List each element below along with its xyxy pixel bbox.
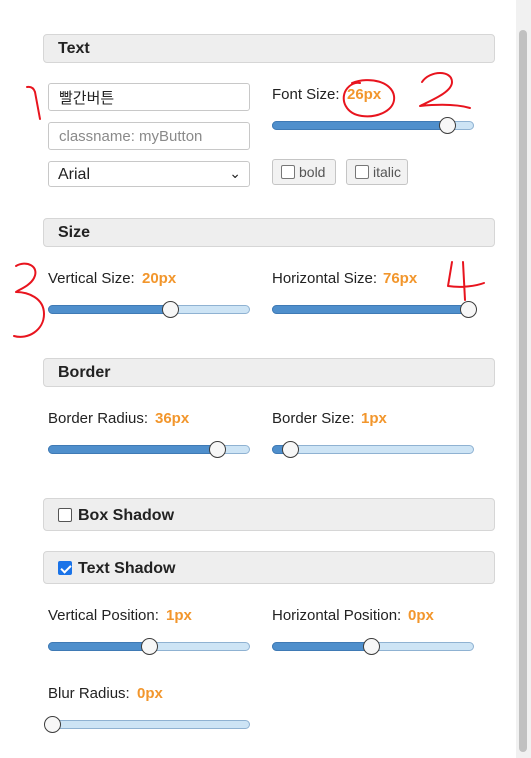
blur-radius-slider[interactable] <box>44 716 250 733</box>
border-size-slider[interactable] <box>272 441 474 458</box>
horizontal-size-value: 76px <box>383 270 418 287</box>
bold-toggle[interactable]: bold <box>272 159 336 185</box>
blur-radius-value: 0px <box>137 685 163 702</box>
slider-thumb[interactable] <box>363 638 380 655</box>
border-radius-value: 36px <box>155 410 190 427</box>
slider-fill <box>272 305 468 314</box>
chevron-down-icon: ⌄ <box>229 165 241 181</box>
annotation-2 <box>419 72 471 109</box>
horizontal-position-slider[interactable] <box>272 638 474 655</box>
classname-input[interactable] <box>48 122 250 150</box>
box-shadow-title: Box Shadow <box>78 507 175 524</box>
vertical-position-value: 1px <box>166 607 192 624</box>
border-radius-slider[interactable] <box>48 441 250 458</box>
italic-checkbox[interactable] <box>355 165 369 179</box>
slider-thumb[interactable] <box>141 638 158 655</box>
vertical-size-value: 20px <box>142 270 177 287</box>
button-text-input[interactable] <box>48 83 250 111</box>
annotation-3 <box>13 262 45 338</box>
horizontal-position-value: 0px <box>408 607 434 624</box>
vertical-size-slider[interactable] <box>48 301 250 318</box>
box-shadow-section-header[interactable]: Box Shadow <box>43 498 495 531</box>
slider-fill <box>272 642 371 651</box>
text-shadow-title: Text Shadow <box>78 560 176 577</box>
horizontal-position-label: Horizontal Position: <box>272 607 402 624</box>
text-shadow-section-header[interactable]: Text Shadow <box>43 551 495 584</box>
font-size-value: 26px <box>347 86 382 103</box>
italic-label: italic <box>373 164 402 180</box>
size-section-title: Size <box>58 224 91 241</box>
annotation-4 <box>447 261 485 301</box>
vertical-position-label: Vertical Position: <box>48 607 159 624</box>
slider-thumb[interactable] <box>209 441 226 458</box>
font-size-label: Font Size: <box>272 86 340 103</box>
bold-checkbox[interactable] <box>281 165 295 179</box>
slider-fill <box>272 121 447 130</box>
blur-radius-label: Blur Radius: <box>48 685 130 702</box>
annotation-1 <box>26 85 41 120</box>
size-section-header: Size <box>43 218 495 247</box>
text-section-header: Text <box>43 34 495 63</box>
slider-thumb[interactable] <box>282 441 299 458</box>
font-size-slider[interactable] <box>272 117 474 134</box>
border-section-header: Border <box>43 358 495 387</box>
scrollbar-thumb[interactable] <box>519 30 527 752</box>
bold-label: bold <box>299 164 326 180</box>
box-shadow-checkbox[interactable] <box>58 508 72 522</box>
vertical-position-slider[interactable] <box>48 638 250 655</box>
slider-thumb[interactable] <box>44 716 61 733</box>
slider-track <box>48 720 250 729</box>
slider-fill <box>48 445 217 454</box>
border-section-title: Border <box>58 364 111 381</box>
vertical-size-label: Vertical Size: <box>48 270 135 287</box>
slider-thumb[interactable] <box>162 301 179 318</box>
text-section-title: Text <box>58 40 90 57</box>
slider-thumb[interactable] <box>460 301 477 318</box>
slider-thumb[interactable] <box>439 117 456 134</box>
slider-fill <box>48 642 149 651</box>
slider-fill <box>48 305 170 314</box>
border-size-label: Border Size: <box>272 410 355 427</box>
italic-toggle[interactable]: italic <box>346 159 408 185</box>
horizontal-size-slider[interactable] <box>272 301 477 318</box>
border-size-value: 1px <box>361 410 387 427</box>
font-family-value: Arial <box>58 166 91 183</box>
font-family-select[interactable]: Arial ⌄ <box>48 161 250 187</box>
border-radius-label: Border Radius: <box>48 410 149 427</box>
text-shadow-checkbox[interactable] <box>58 561 72 575</box>
slider-track <box>272 445 474 454</box>
horizontal-size-label: Horizontal Size: <box>272 270 378 287</box>
